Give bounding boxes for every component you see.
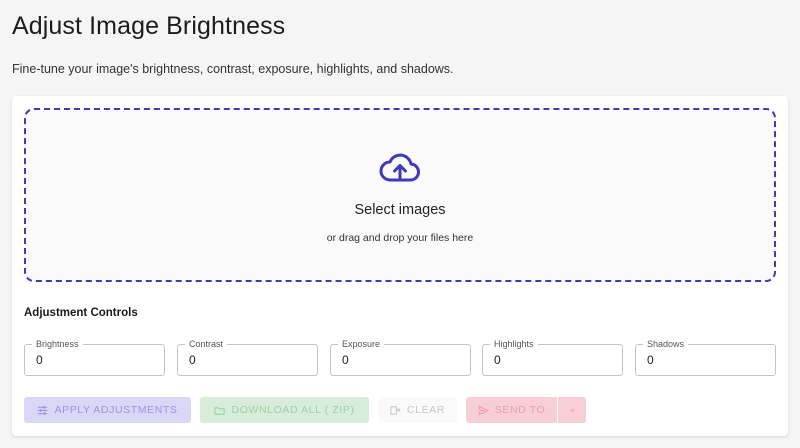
chevron-down-icon [569, 409, 575, 412]
brightness-input[interactable] [36, 351, 156, 369]
adjust-card: Select images or drag and drop your file… [12, 96, 788, 436]
dropzone-subtitle: or drag and drop your files here [326, 232, 474, 244]
send-to-label: SEND TO [494, 404, 546, 416]
brightness-label: Brightness [32, 339, 83, 349]
send-to-button[interactable]: SEND TO [466, 397, 557, 423]
download-all-label: DOWNLOAD ALL ( ZIP) [231, 404, 355, 416]
shadows-input[interactable] [647, 351, 767, 369]
send-to-menu-button[interactable] [558, 397, 586, 423]
contrast-label: Contrast [185, 339, 228, 349]
shadows-field[interactable]: Shadows [635, 339, 776, 376]
brightness-field[interactable]: Brightness [24, 339, 165, 376]
page-title: Adjust Image Brightness [12, 12, 286, 40]
page-subtitle: Fine-tune your image's brightness, contr… [12, 62, 454, 76]
shadows-label: Shadows [643, 339, 689, 349]
tune-icon [38, 405, 48, 415]
highlights-input[interactable] [494, 351, 614, 369]
apply-adjustments-label: APPLY ADJUSTMENTS [54, 404, 178, 416]
folder-icon [214, 406, 226, 415]
cloud-upload-icon [379, 153, 420, 182]
exposure-label: Exposure [338, 339, 385, 349]
clear-label: CLEAR [406, 404, 445, 416]
contrast-input[interactable] [189, 351, 309, 369]
download-all-zip-button[interactable]: DOWNLOAD ALL ( ZIP) [200, 397, 369, 423]
clear-all-icon [390, 405, 401, 415]
contrast-field[interactable]: Contrast [177, 339, 318, 376]
dropzone-title: Select images [354, 202, 446, 218]
image-dropzone[interactable]: Select images or drag and drop your file… [24, 108, 776, 282]
send-icon [478, 405, 489, 415]
exposure-field[interactable]: Exposure [330, 339, 471, 376]
highlights-label: Highlights [490, 339, 538, 349]
apply-adjustments-button[interactable]: APPLY ADJUSTMENTS [24, 397, 191, 423]
highlights-field[interactable]: Highlights [482, 339, 623, 376]
clear-button[interactable]: CLEAR [378, 397, 457, 423]
adjustment-controls-title: Adjustment Controls [24, 307, 138, 319]
exposure-input[interactable] [342, 351, 462, 369]
